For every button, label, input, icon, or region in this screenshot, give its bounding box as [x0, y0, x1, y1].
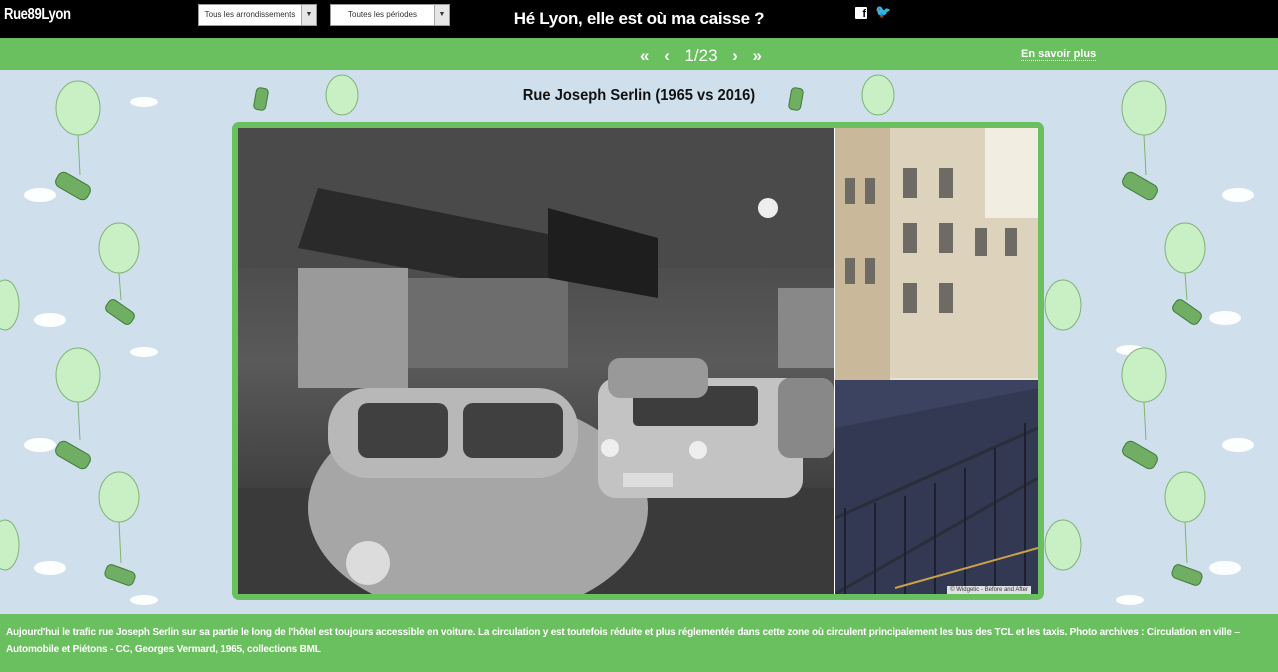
previous-page-button[interactable]: ‹ — [664, 46, 670, 66]
comparison-slider-handle[interactable] — [834, 128, 835, 594]
period-select[interactable]: Toutes les périodes ▼ — [330, 4, 450, 26]
chevron-down-icon: ▼ — [434, 5, 449, 25]
last-page-button[interactable]: » — [753, 46, 762, 66]
photo-before-1965[interactable] — [238, 128, 834, 594]
photo-after-image — [835, 128, 1038, 594]
top-bar: Rue89Lyon Hé Lyon, elle est où ma caisse… — [0, 0, 1278, 38]
pagination: « ‹ 1/23 › » — [640, 44, 762, 68]
first-page-button[interactable]: « — [640, 46, 649, 66]
page-title: Hé Lyon, elle est où ma caisse ? — [513, 9, 765, 28]
image-credit[interactable]: © Widgetic - Before and After — [947, 586, 1031, 594]
arrondissement-select-value: Tous les arrondissements — [204, 10, 296, 19]
slide-caption: Aujourd'hui le trafic rue Joseph Serlin … — [0, 614, 1278, 672]
page-current: 1 — [684, 46, 694, 65]
photo-after-2016[interactable]: © Widgetic - Before and After — [835, 128, 1038, 594]
slide-title: Rue Joseph Serlin (1965 vs 2016) — [522, 87, 756, 104]
facebook-icon[interactable]: f — [855, 7, 867, 20]
chevron-down-icon: ▼ — [301, 5, 316, 25]
next-page-button[interactable]: › — [732, 46, 738, 66]
arrondissement-select[interactable]: Tous les arrondissements ▼ — [198, 4, 317, 26]
social-links: f 🐦 — [855, 6, 891, 20]
more-info-link[interactable]: En savoir plus — [1021, 48, 1097, 61]
twitter-icon[interactable]: 🐦 — [875, 6, 891, 19]
page-counter: 1/23 — [684, 46, 718, 65]
page-total: 23 — [698, 46, 718, 65]
period-select-value: Toutes les périodes — [348, 10, 417, 19]
photo-before-image — [238, 128, 834, 594]
